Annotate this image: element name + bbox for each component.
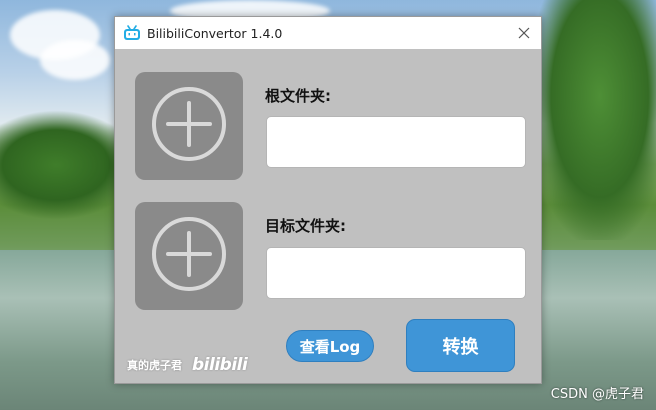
footer-signature: 真的虎子君 bilibili bbox=[127, 355, 248, 375]
target-folder-input[interactable] bbox=[266, 247, 526, 299]
root-folder-label: 根文件夹: bbox=[265, 87, 331, 105]
close-icon bbox=[518, 24, 530, 43]
title-bar[interactable]: BilibiliConvertor 1.4.0 bbox=[115, 17, 541, 49]
convert-button[interactable]: 转换 bbox=[406, 319, 515, 372]
plus-circle-icon bbox=[150, 215, 228, 297]
bilibili-tv-icon bbox=[123, 25, 141, 41]
root-folder-input[interactable] bbox=[266, 116, 526, 168]
author-name: 真的虎子君 bbox=[127, 359, 182, 372]
close-button[interactable] bbox=[507, 17, 541, 49]
target-folder-add-button[interactable] bbox=[135, 202, 243, 310]
plus-circle-icon bbox=[150, 85, 228, 167]
cloud bbox=[40, 40, 110, 80]
app-window: BilibiliConvertor 1.4.0 根文件夹: 目标文件夹: 查看L… bbox=[114, 16, 542, 384]
tree-right bbox=[531, 0, 656, 240]
csdn-watermark: CSDN @虎子君 bbox=[550, 387, 644, 402]
target-folder-label: 目标文件夹: bbox=[265, 217, 346, 235]
view-log-button[interactable]: 查看Log bbox=[286, 330, 374, 362]
root-folder-add-button[interactable] bbox=[135, 72, 243, 180]
window-title: BilibiliConvertor 1.4.0 bbox=[147, 25, 283, 41]
bilibili-logo: bilibili bbox=[192, 355, 248, 375]
